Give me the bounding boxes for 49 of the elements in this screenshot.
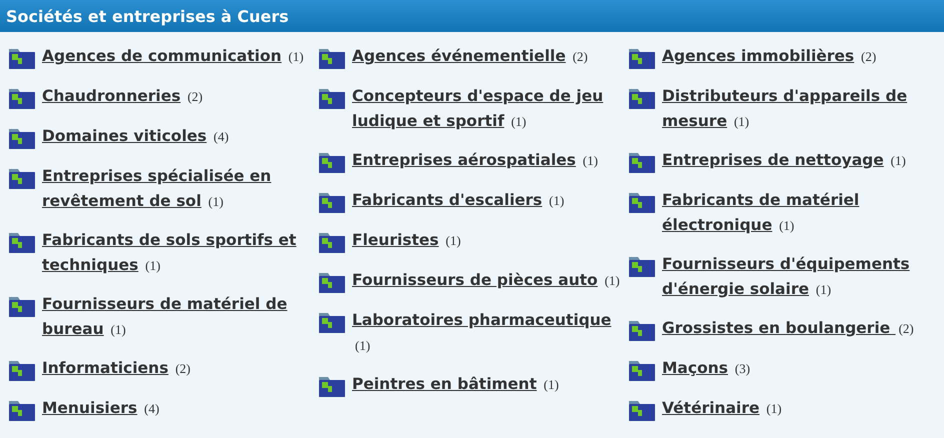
category-link[interactable]: Fournisseurs de pièces auto (1) [352, 268, 626, 293]
category-link[interactable]: Maçons (3) [662, 356, 936, 381]
folder-icon [628, 318, 656, 342]
category-link[interactable]: Entreprises spécialisée en revêtement de sol (1) [42, 164, 316, 214]
category-link[interactable]: Distributeurs d'appareils de mesure (1) [662, 84, 936, 134]
folder-icon [318, 46, 346, 70]
section-title: Sociétés et entreprises à Cuers [6, 6, 289, 26]
folder-icon [318, 230, 346, 254]
folder-icon [628, 190, 656, 214]
folder-icon [318, 310, 346, 334]
folder-icon [8, 230, 36, 254]
category-link[interactable]: Fabricants d'escaliers (1) [352, 188, 626, 213]
category-link[interactable]: Menuisiers (4) [42, 396, 316, 421]
category-link[interactable]: Vétérinaire (1) [662, 396, 936, 421]
category-link[interactable]: Domaines viticoles (4) [42, 124, 316, 149]
folder-icon [628, 358, 656, 382]
category-link[interactable]: Fabricants de matériel électronique (1) [662, 188, 936, 238]
category-link[interactable]: Fabricants de sols sportifs et techniques (1) [42, 228, 316, 278]
category-link[interactable]: Fournisseurs de matériel de bureau (1) [42, 292, 316, 342]
category-link[interactable]: Entreprises de nettoyage (1) [662, 148, 936, 173]
folder-icon [8, 294, 36, 318]
category-link[interactable]: Grossistes en boulangerie (2) [662, 316, 936, 341]
folder-icon [318, 86, 346, 110]
category-link[interactable]: Agences événementielle (2) [352, 44, 626, 69]
folder-icon [8, 126, 36, 150]
folder-icon [628, 46, 656, 70]
folder-icon [318, 374, 346, 398]
category-link[interactable]: Fournisseurs d'équipements d'énergie solaire (1) [662, 252, 936, 302]
folder-icon [8, 86, 36, 110]
folder-icon [318, 190, 346, 214]
folder-icon [8, 46, 36, 70]
folder-icon [318, 150, 346, 174]
category-link[interactable]: Peintres en bâtiment (1) [352, 372, 626, 397]
category-link[interactable]: Fleuristes (1) [352, 228, 626, 253]
category-link[interactable]: Informaticiens (2) [42, 356, 316, 381]
category-link[interactable]: Concepteurs d'espace de jeu ludique et sportif (1) [352, 84, 626, 134]
folder-icon [318, 270, 346, 294]
folder-icon [8, 358, 36, 382]
folder-icon [8, 398, 36, 422]
folder-icon [628, 86, 656, 110]
folder-icon [628, 254, 656, 278]
folder-icon [628, 398, 656, 422]
folder-icon [8, 166, 36, 190]
category-link[interactable]: Chaudronneries (2) [42, 84, 316, 109]
category-link[interactable]: Agences immobilières (2) [662, 44, 936, 69]
folder-icon [628, 150, 656, 174]
category-link[interactable]: Agences de communication (1) [42, 44, 316, 69]
category-link[interactable]: Laboratoires pharmaceutique (1) [352, 308, 626, 358]
category-link[interactable]: Entreprises aérospatiales (1) [352, 148, 626, 173]
